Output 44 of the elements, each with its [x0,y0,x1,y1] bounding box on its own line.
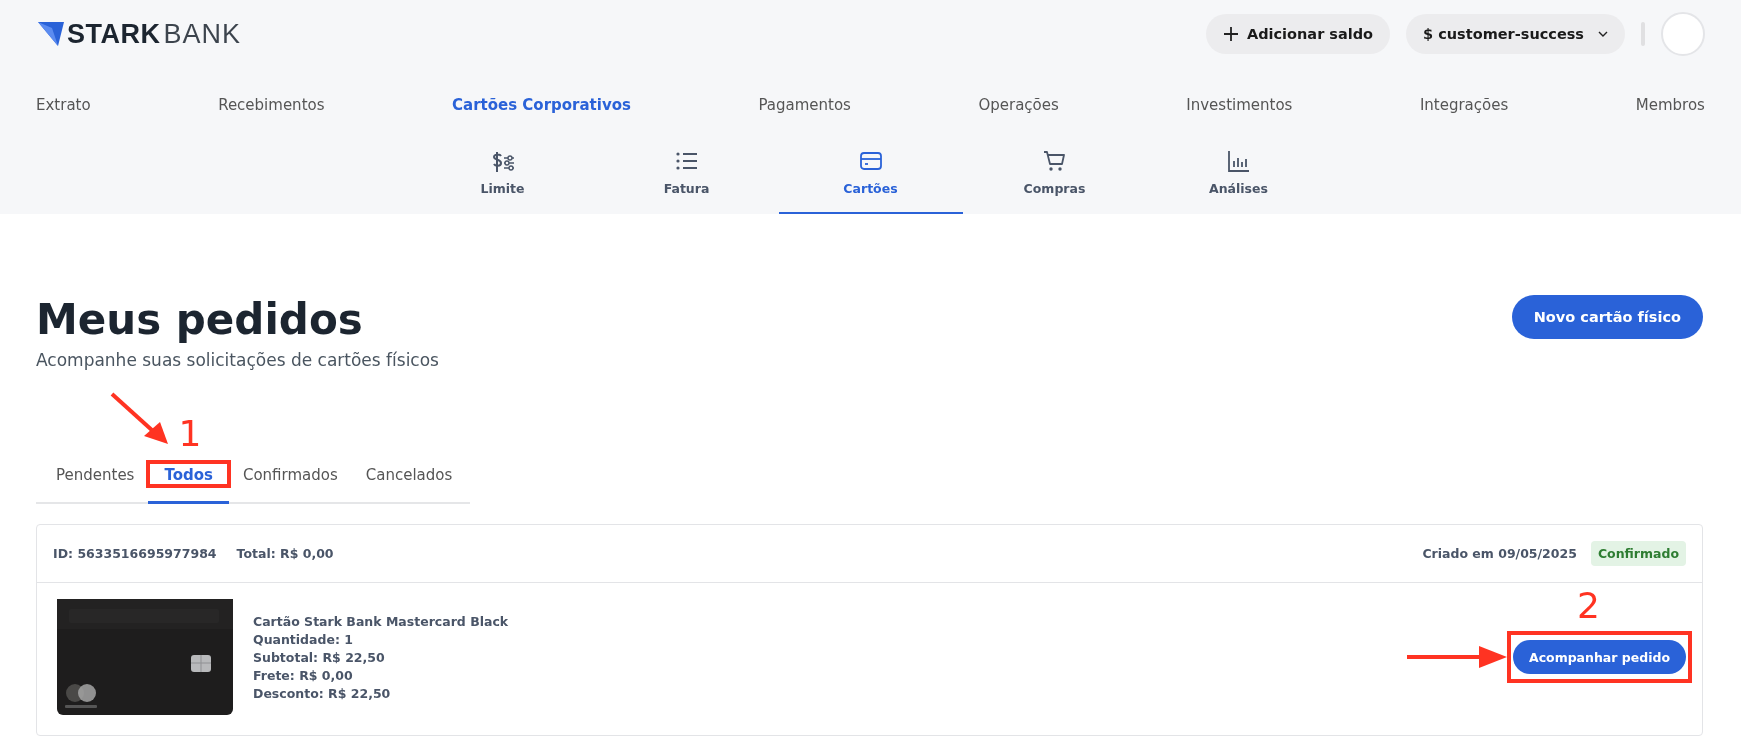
nav-link[interactable]: Pagamentos [758,96,851,114]
annotation-number: 1 [178,416,202,452]
status-badge: Confirmado [1590,541,1686,566]
nav-link[interactable]: Operações [978,96,1059,114]
subnav-tab[interactable]: Compras [962,138,1147,214]
plus-icon [1222,26,1239,42]
chevron-down-icon [1598,31,1608,37]
subnav-tab[interactable]: Limite [410,138,595,214]
page-subtitle: Acompanhe suas solicitações de cartões físicos [36,350,439,370]
product-detail: Frete: R$ 0,00 [253,667,353,685]
annotation-number: 2 [1576,588,1600,624]
nav-link[interactable]: Recebimentos [218,96,325,114]
new-card-button[interactable]: Novo cartão físico [1511,295,1703,339]
subnav-tab[interactable]: Fatura [594,138,779,214]
logo[interactable]: STARKBANK [36,18,242,50]
product-detail: Subtotal: R$ 22,50 [253,649,385,667]
track-order-button[interactable]: Acompanhar pedido [1512,640,1686,674]
logo-mark-icon [38,22,64,46]
annotation-arrow [110,392,171,446]
filter-tab[interactable]: Pendentes [42,454,149,504]
nav-link[interactable]: Membros [1635,96,1705,114]
filter-tab[interactable]: Todos [148,454,229,504]
avatar-button[interactable] [1661,12,1705,56]
add-balance-button[interactable]: Adicionar saldo [1205,14,1391,54]
product-detail: Cartão Stark Bank Mastercard Black [253,613,509,631]
account-dropdown[interactable]: $ customer-success [1406,14,1625,54]
page-title: Meus pedidos [36,294,364,346]
created-date: Criado em 09/05/2025 [1422,546,1577,561]
subnav-tab[interactable]: Análises [1146,138,1331,214]
cart-icon [1042,150,1067,173]
subnav-tab[interactable]: Cartões [778,138,963,214]
nav-link[interactable]: Cartões Corporativos [452,96,631,114]
nav-link[interactable]: Extrato [36,96,91,114]
nav-link[interactable]: Investimentos [1186,96,1293,114]
credit-card-icon [858,150,883,173]
order-total: Total: R$ 0,00 [236,546,334,561]
filter-tab[interactable]: Confirmados [228,454,352,504]
bar-chart-icon [1226,150,1251,173]
product-detail: Quantidade: 1 [253,631,353,649]
dollar-sliders-icon [490,150,515,173]
nav-link[interactable]: Integrações [1419,96,1509,114]
order-id: ID: 5633516695977984 [53,546,217,561]
filter-tab[interactable]: Cancelados [351,454,467,504]
product-detail: Desconto: R$ 22,50 [253,685,391,703]
